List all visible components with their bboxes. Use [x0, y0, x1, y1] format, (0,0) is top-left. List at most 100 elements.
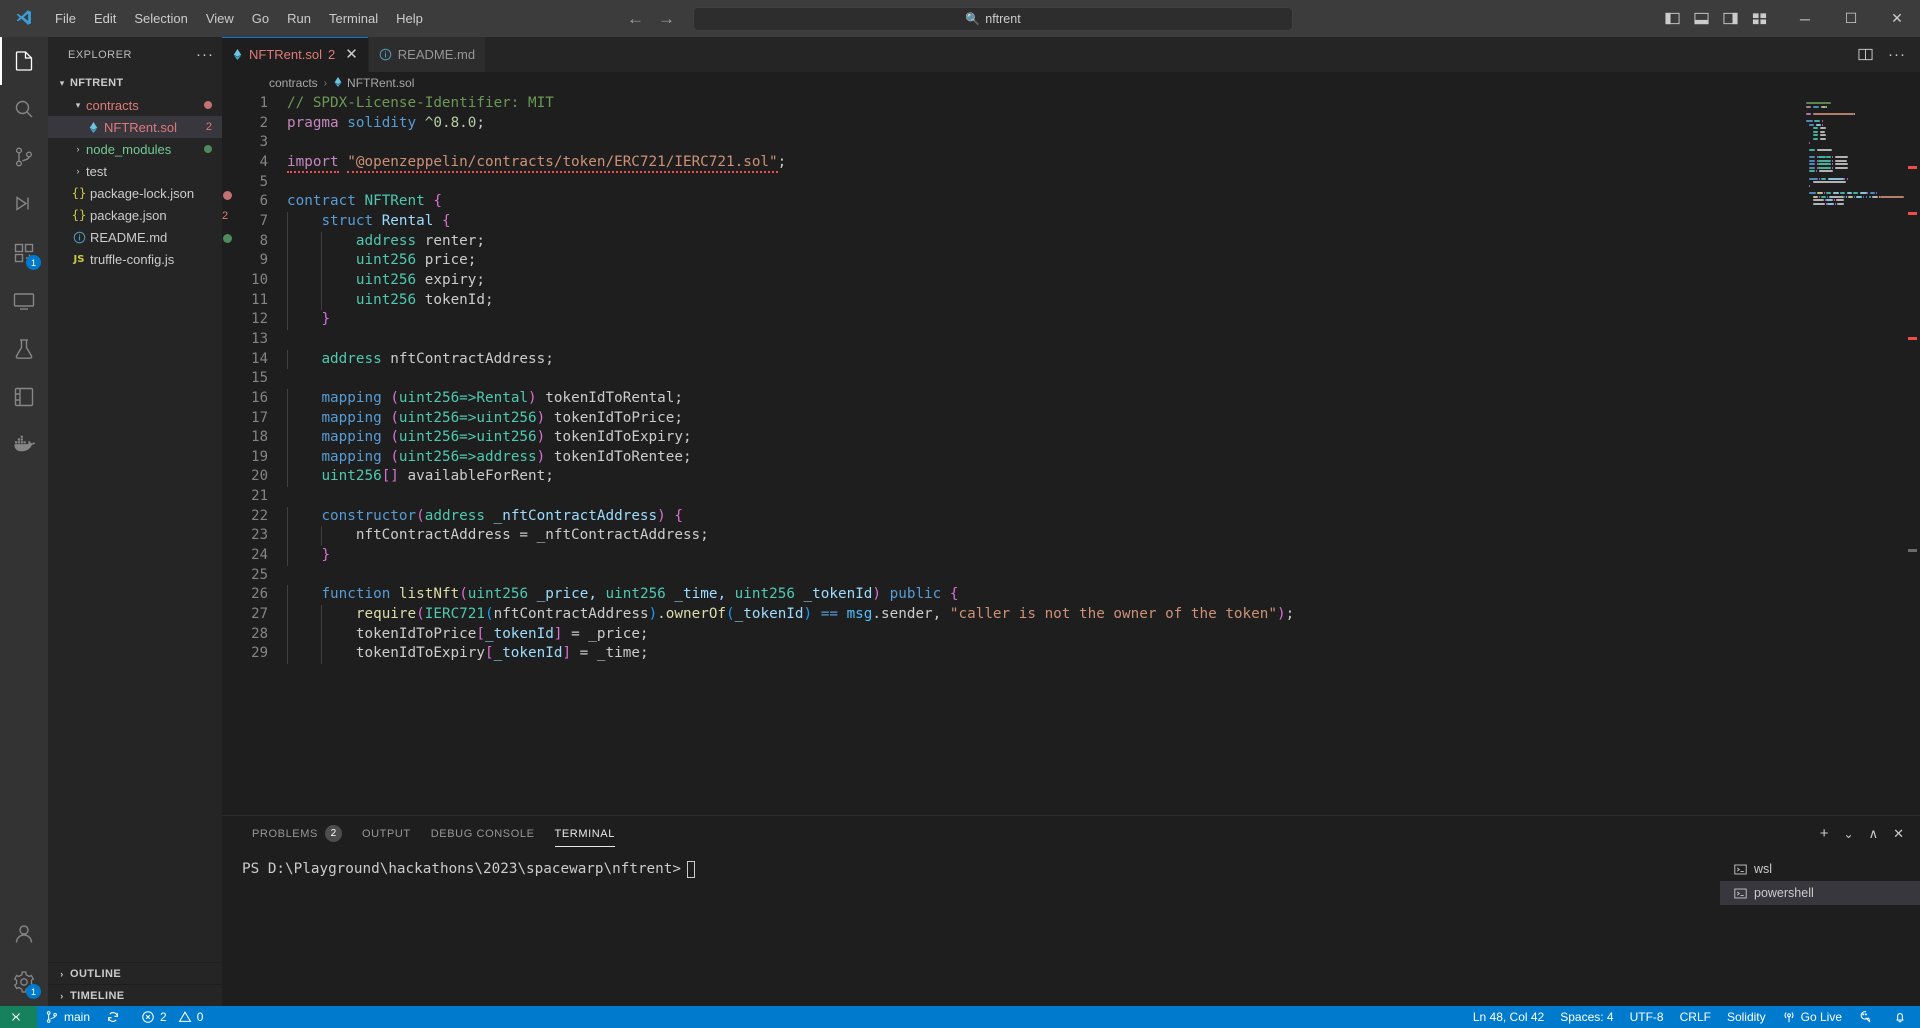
tree-item-nftrent-sol[interactable]: NFTRent.sol 2	[48, 116, 222, 138]
remote-indicator[interactable]	[0, 1006, 37, 1028]
activitybar-notebook[interactable]	[0, 373, 48, 421]
tree-item-node-modules[interactable]: › node_modules	[48, 138, 222, 160]
activitybar-docker[interactable]	[0, 421, 48, 469]
code-line[interactable]: 1 // SPDX-License-Identifier: MIT	[234, 94, 1920, 114]
code-line[interactable]: 10 uint256 expiry;	[234, 270, 1920, 291]
code-line[interactable]: 29 tokenIdToExpiry[_tokenId] = _time;	[234, 644, 1920, 665]
split-editor-right-icon[interactable]	[1857, 47, 1874, 62]
menu-file[interactable]: File	[46, 0, 85, 37]
code-line[interactable]: 5	[234, 173, 1920, 193]
status-indentation[interactable]: Spaces: 4	[1552, 1006, 1621, 1028]
code-editor[interactable]: 2 1 // SPDX-License-Identifier: MIT 2 pragm…	[222, 94, 1920, 815]
status-branch[interactable]: main	[37, 1006, 98, 1028]
code-line[interactable]: 6 contract NFTRent {	[234, 192, 1920, 212]
tab-readme-md[interactable]: README.md	[368, 37, 487, 72]
breadcrumb-contracts[interactable]: contracts	[269, 76, 318, 90]
panel-tab-debug-console[interactable]: DEBUG CONSOLE	[421, 816, 545, 851]
code-line[interactable]: 19 mapping (uint256=>address) tokenIdToR…	[234, 447, 1920, 468]
code-line[interactable]: 25	[234, 566, 1920, 586]
toggle-panel-icon[interactable]	[1693, 11, 1710, 26]
breadcrumb-nftrent-sol[interactable]: NFTRent.sol	[333, 76, 414, 90]
code-line[interactable]: 21	[234, 487, 1920, 507]
tab-close-icon[interactable]: ✕	[345, 47, 358, 62]
activitybar-source-control[interactable]	[0, 133, 48, 181]
close-panel-icon[interactable]: ✕	[1893, 827, 1904, 840]
menu-edit[interactable]: Edit	[85, 0, 125, 37]
toggle-secondary-sidebar-icon[interactable]	[1722, 11, 1739, 26]
tab-nftrent-sol[interactable]: NFTRent.sol 2 ✕	[222, 37, 369, 72]
status-language-mode[interactable]: Solidity	[1719, 1006, 1774, 1028]
outline-section[interactable]: › OUTLINE	[48, 962, 222, 984]
status-problems[interactable]: 2 0	[133, 1006, 211, 1028]
tree-item-contracts[interactable]: ▾ contracts	[48, 94, 222, 116]
window-minimize-button[interactable]: ─	[1782, 0, 1828, 37]
status-feedback[interactable]	[1850, 1006, 1885, 1028]
code-line[interactable]: 18 mapping (uint256=>uint256) tokenIdToE…	[234, 428, 1920, 448]
tree-item-readme-md[interactable]: README.md	[48, 226, 222, 248]
menu-view[interactable]: View	[197, 0, 243, 37]
code-line[interactable]: 3	[234, 133, 1920, 153]
tree-item-package-json[interactable]: {} package.json	[48, 204, 222, 226]
code-line[interactable]: 9 uint256 price;	[234, 251, 1920, 271]
code-line[interactable]: 13	[234, 330, 1920, 350]
activitybar-explorer[interactable]	[0, 37, 48, 85]
tree-item-package-lock-json[interactable]: {} package-lock.json	[48, 182, 222, 204]
menu-go[interactable]: Go	[243, 0, 278, 37]
status-go-live[interactable]: Go Live	[1774, 1006, 1850, 1028]
code-line[interactable]: 7 struct Rental {	[234, 211, 1920, 232]
command-search-input[interactable]: 🔍 nftrent	[693, 6, 1293, 31]
navigate-back-icon[interactable]: ←	[627, 9, 644, 29]
panel-tab-terminal[interactable]: TERMINAL	[545, 816, 625, 851]
window-close-button[interactable]: ✕	[1874, 0, 1920, 37]
toggle-primary-sidebar-icon[interactable]	[1664, 11, 1681, 26]
activitybar-search[interactable]	[0, 85, 48, 133]
code-line[interactable]: 16 mapping (uint256=>Rental) tokenIdToRe…	[234, 388, 1920, 409]
code-line[interactable]: 11 uint256 tokenId;	[234, 290, 1920, 311]
editor-scrollbar[interactable]	[1906, 94, 1920, 815]
code-line[interactable]: 14 address nftContractAddress;	[234, 349, 1920, 370]
activitybar-extensions[interactable]: 1	[0, 229, 48, 277]
status-cursor-position[interactable]: Ln 48, Col 42	[1465, 1006, 1552, 1028]
status-encoding[interactable]: UTF-8	[1622, 1006, 1672, 1028]
code-line[interactable]: 24 }	[234, 546, 1920, 566]
menu-terminal[interactable]: Terminal	[320, 0, 387, 37]
navigate-forward-icon[interactable]: →	[658, 9, 675, 29]
menu-run[interactable]: Run	[278, 0, 320, 37]
menu-help[interactable]: Help	[387, 0, 432, 37]
activitybar-run-and-debug[interactable]	[0, 181, 48, 229]
menu-selection[interactable]: Selection	[125, 0, 196, 37]
status-sync[interactable]	[98, 1006, 133, 1028]
code-lines[interactable]: 1 // SPDX-License-Identifier: MIT 2 pragma …	[234, 94, 1920, 815]
code-line[interactable]: 17 mapping (uint256=>uint256) tokenIdToP…	[234, 408, 1920, 429]
terminal-output[interactable]: PS D:\Playground\hackathons\2023\spacewa…	[222, 851, 1720, 1006]
terminal-instance-wsl[interactable]: wsl	[1720, 857, 1920, 881]
activitybar-testing[interactable]	[0, 325, 48, 373]
code-line[interactable]: 8 address renter;	[234, 231, 1920, 252]
status-notifications[interactable]	[1885, 1006, 1920, 1028]
code-line[interactable]: 12 }	[234, 310, 1920, 330]
activitybar-settings[interactable]: 1	[0, 958, 48, 1006]
code-line[interactable]: 4 import "@openzeppelin/contracts/token/E…	[234, 153, 1920, 173]
panel-tab-problems[interactable]: PROBLEMS 2	[242, 816, 352, 851]
maximize-panel-icon[interactable]: ∧	[1869, 827, 1879, 840]
editor-more-actions-icon[interactable]: ···	[1888, 47, 1906, 62]
customize-layout-icon[interactable]	[1751, 11, 1768, 26]
code-line[interactable]: 26 function listNft(uint256 _price, uint…	[234, 585, 1920, 606]
code-line[interactable]: 27 require(IERC721(nftContractAddress).o…	[234, 605, 1920, 625]
activitybar-accounts[interactable]	[0, 910, 48, 958]
tree-item-truffle-config-js[interactable]: JS truffle-config.js	[48, 248, 222, 270]
tree-item-test[interactable]: › test	[48, 160, 222, 182]
code-line[interactable]: 20 uint256[] availableForRent;	[234, 467, 1920, 488]
explorer-more-actions-icon[interactable]: ···	[196, 47, 214, 62]
timeline-section[interactable]: › TIMELINE	[48, 984, 222, 1006]
status-eol[interactable]: CRLF	[1672, 1006, 1719, 1028]
terminal-profile-chevron-icon[interactable]: ⌄	[1844, 828, 1854, 840]
activitybar-remote-explorer[interactable]	[0, 277, 48, 325]
panel-tab-output[interactable]: OUTPUT	[352, 816, 421, 851]
tree-root-nftrent[interactable]: ▾ NFTRENT	[48, 72, 222, 94]
new-terminal-icon[interactable]: +	[1820, 826, 1829, 841]
code-line[interactable]: 28 tokenIdToPrice[_tokenId] = _price;	[234, 624, 1920, 645]
code-line[interactable]: 22 constructor(address _nftContractAddre…	[234, 506, 1920, 527]
code-line[interactable]: 2 pragma solidity ^0.8.0;	[234, 114, 1920, 134]
window-maximize-button[interactable]: ☐	[1828, 0, 1874, 37]
